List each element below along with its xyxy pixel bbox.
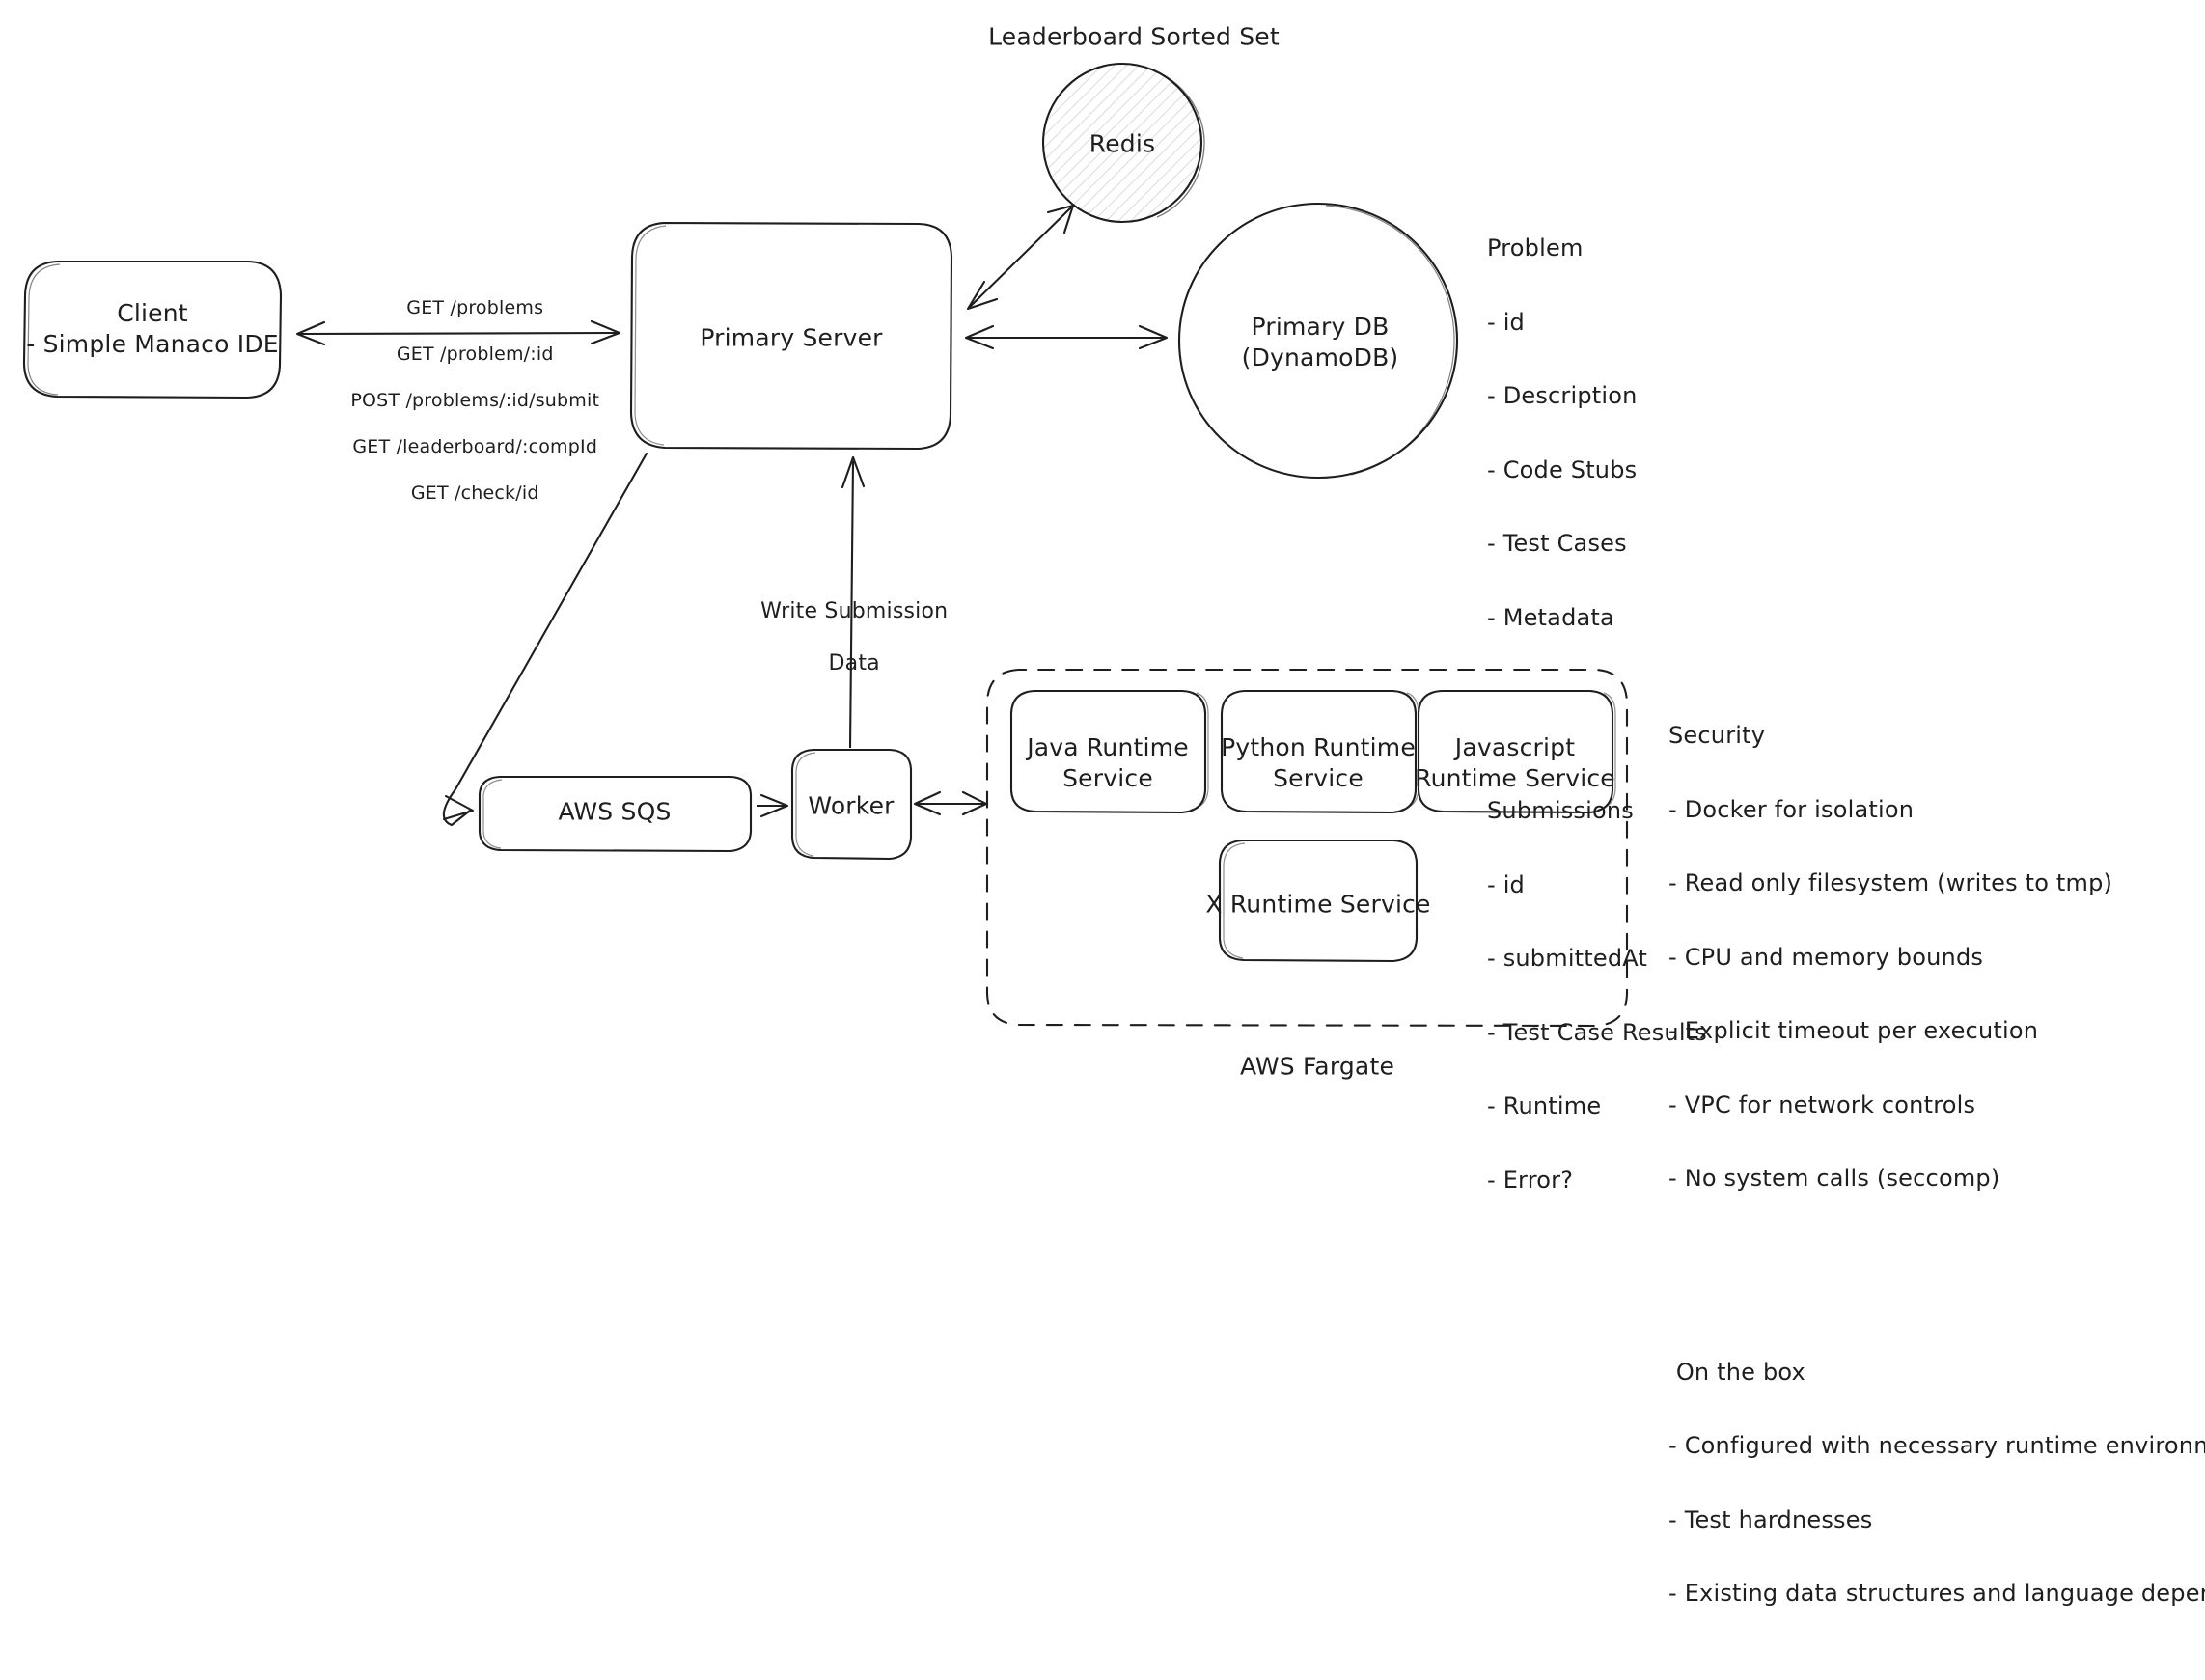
- annotation-header: Security: [1668, 722, 1766, 749]
- api-line-2: POST /problems/:id/submit: [350, 390, 600, 411]
- api-line-1: GET /problem/:id: [396, 344, 554, 365]
- node-primary-server-label: Primary Server: [700, 323, 883, 352]
- node-redis-label: Redis: [1089, 129, 1156, 158]
- annotation-header: Problem: [1487, 234, 1584, 262]
- node-x-runtime-label: X Runtime Service: [1205, 890, 1431, 919]
- edge-primary-server-sqs: [442, 452, 648, 827]
- annotation-on-the-box-group: On the box - Configured with necessary r…: [1668, 1311, 2205, 1656]
- annotation-item: - Configured with necessary runtime envi…: [1668, 1432, 2205, 1459]
- annotation-item: - Explicit timeout per execution: [1668, 1017, 2039, 1044]
- annotation-schema-group-problem: Problem - id - Description - Code Stubs …: [1487, 187, 1707, 679]
- node-client-label: Client - Simple Manaco IDE: [26, 299, 279, 358]
- api-line-0: GET /problems: [406, 297, 544, 318]
- annotation-item: - Code Stubs: [1487, 455, 1638, 483]
- node-primary-db-label: Primary DB (DynamoDB): [1241, 313, 1399, 372]
- edge-primary-server-primary-db: [964, 324, 1169, 350]
- api-line-3: GET /leaderboard/:compId: [352, 436, 598, 457]
- annotation-item: - Description: [1487, 382, 1638, 409]
- node-python-runtime-label: Python Runtime Service: [1221, 733, 1416, 792]
- edge-worker-fargate: [913, 790, 988, 816]
- edge-label-client-api: GET /problems GET /problem/:id POST /pro…: [339, 273, 599, 505]
- aws-fargate-caption: AWS Fargate: [1239, 1052, 1395, 1081]
- api-line-4: GET /check/id: [410, 482, 539, 504]
- annotation-item: - id: [1487, 308, 1525, 336]
- annotation-security-group: Security - Docker for isolation - Read o…: [1668, 675, 2205, 1241]
- edge-primary-server-redis: [966, 204, 1075, 311]
- leaderboard-sorted-set-caption: Leaderboard Sorted Set: [988, 22, 1280, 51]
- edge-label-write-submission-data: Write Submission Data: [760, 599, 949, 675]
- annotation-item: - Docker for isolation: [1668, 795, 1915, 823]
- edge-sqs-worker: [757, 793, 789, 818]
- annotation-item: - Existing data structures and language …: [1668, 1580, 2205, 1607]
- annotation-item: - CPU and memory bounds: [1668, 943, 1984, 971]
- annotation-header: On the box: [1668, 1358, 1805, 1386]
- annotation-item: - No system calls (seccomp): [1668, 1165, 2000, 1192]
- node-java-runtime-label: Java Runtime Service: [1027, 733, 1189, 792]
- node-worker-label: Worker: [808, 791, 895, 820]
- annotation-item: - VPC for network controls: [1668, 1090, 1976, 1118]
- annotation-security: Security - Docker for isolation - Read o…: [1668, 625, 2205, 1680]
- node-sqs-label: AWS SQS: [558, 797, 672, 826]
- annotation-item: - Test Cases: [1487, 530, 1627, 557]
- annotation-item: - Read only filesystem (writes to tmp): [1668, 869, 2113, 896]
- annotation-item: - Test hardnesses: [1668, 1505, 1873, 1533]
